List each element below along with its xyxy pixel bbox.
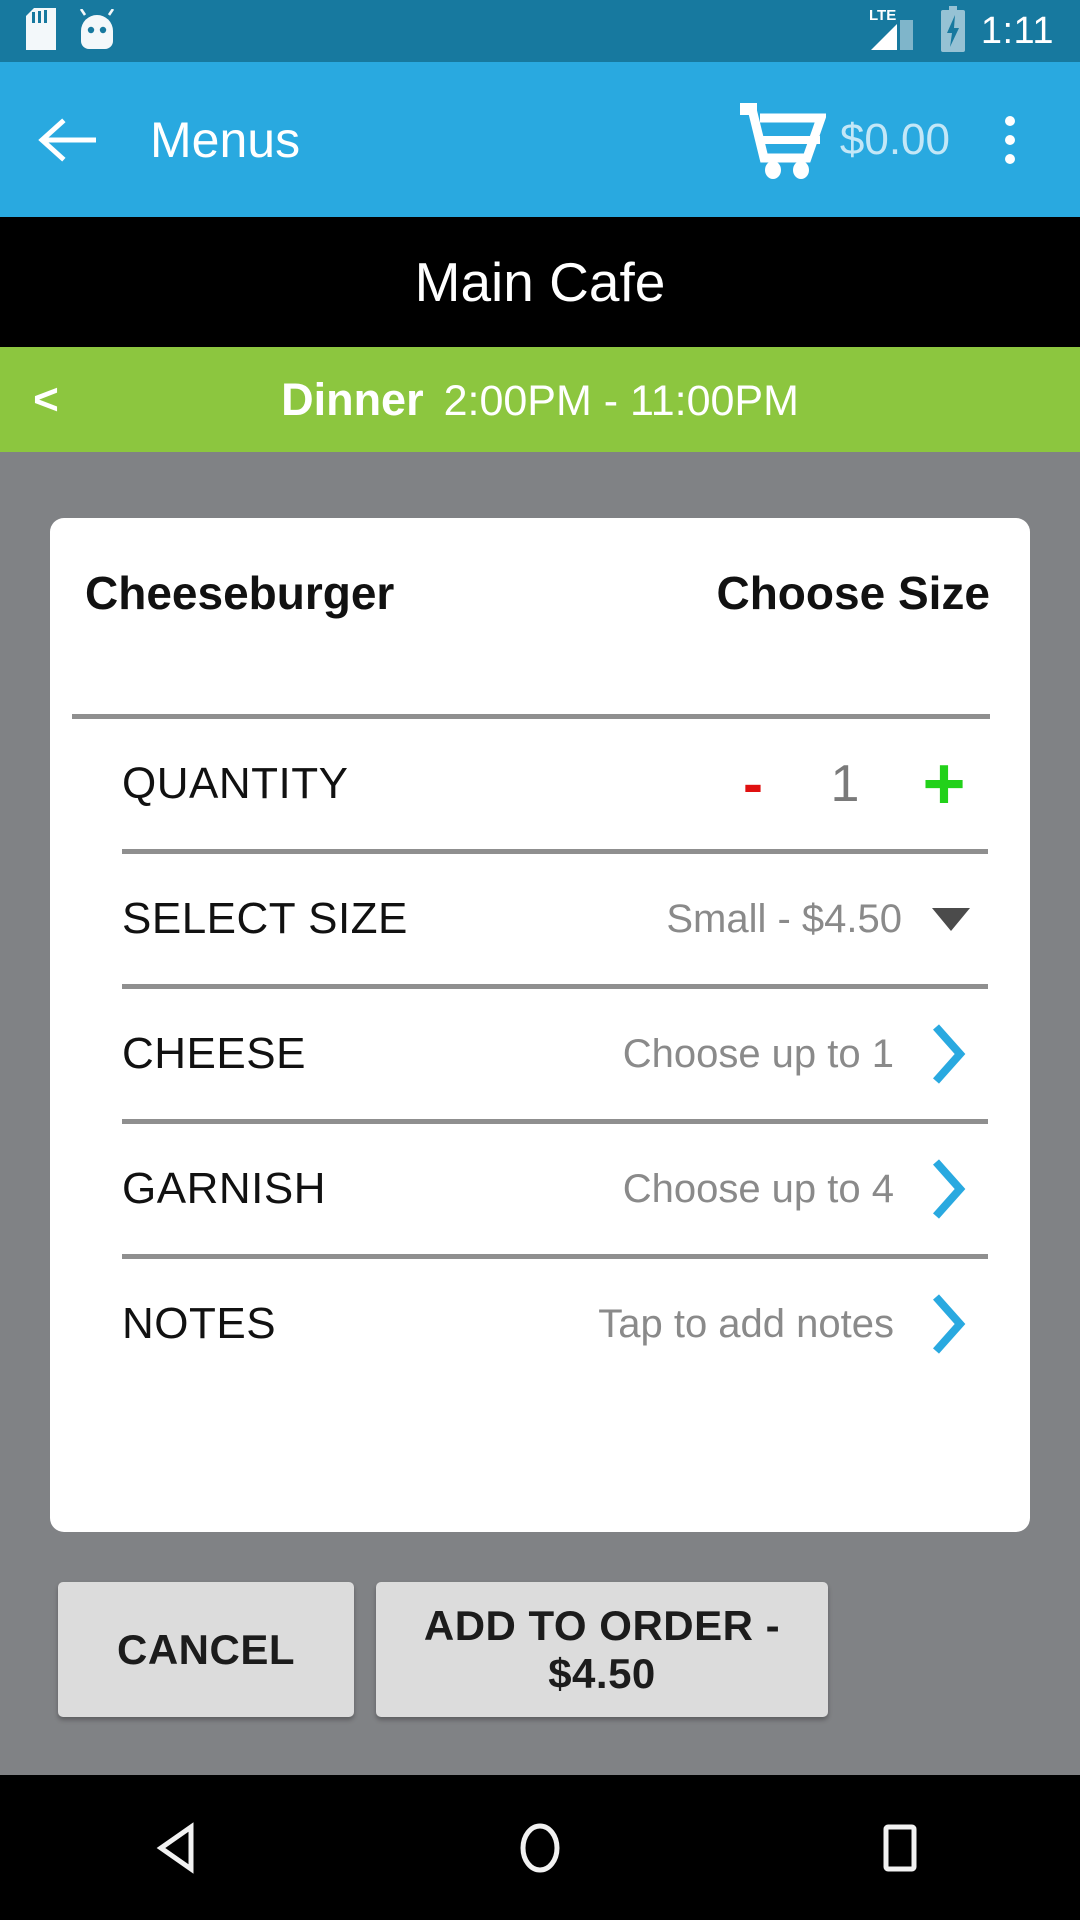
svg-text:LTE: LTE bbox=[869, 7, 896, 24]
android-navigation-bar bbox=[0, 1775, 1080, 1920]
back-button[interactable] bbox=[34, 105, 104, 175]
lte-signal-icon: LTE bbox=[869, 6, 925, 57]
status-bar-left-icons bbox=[26, 7, 116, 55]
arrow-left-icon bbox=[38, 117, 96, 162]
meal-period-label-group: Dinner 2:00PM - 11:00PM bbox=[0, 377, 1080, 423]
quantity-label: QUANTITY bbox=[122, 759, 349, 808]
status-bar: LTE 1:11 bbox=[0, 0, 1080, 62]
venue-bar: Main Cafe bbox=[0, 217, 1080, 347]
cheese-control[interactable]: Choose up to 1 bbox=[623, 1023, 988, 1085]
overflow-menu-button[interactable] bbox=[974, 98, 1046, 182]
cheese-value: Choose up to 1 bbox=[622, 1032, 894, 1076]
nav-home-button[interactable] bbox=[465, 1775, 615, 1920]
overflow-dot-2 bbox=[1005, 134, 1015, 145]
notes-value: Tap to add notes bbox=[598, 1302, 894, 1346]
nav-recents-button[interactable] bbox=[825, 1775, 975, 1920]
item-name: Cheeseburger bbox=[85, 567, 395, 619]
battery-charging-icon bbox=[939, 5, 967, 57]
item-options-dialog: Cheeseburger Choose Size QUANTITY - 1 + … bbox=[50, 518, 1030, 1532]
recents-square-icon bbox=[883, 1824, 917, 1871]
chevron-right-icon[interactable] bbox=[910, 1023, 988, 1085]
select-size-control[interactable]: Small - $4.50 bbox=[666, 899, 988, 939]
notes-control[interactable]: Tap to add notes bbox=[598, 1293, 988, 1355]
chevron-left-icon: < bbox=[33, 374, 59, 424]
quantity-row: QUANTITY - 1 + bbox=[50, 719, 1030, 849]
cart-total-label: $0.00 bbox=[839, 114, 950, 164]
quantity-increment-button[interactable]: + bbox=[900, 747, 988, 821]
overflow-dot-3 bbox=[1005, 153, 1015, 164]
phone-screen: LTE 1:11 Menus $0.00 Main Cafe < Dinner … bbox=[0, 0, 1080, 1920]
cheese-label: CHEESE bbox=[122, 1029, 306, 1078]
quantity-value: 1 bbox=[830, 755, 860, 813]
add-to-order-button[interactable]: ADD TO ORDER - $4.50 bbox=[376, 1582, 828, 1717]
dialog-header: Cheeseburger Choose Size bbox=[50, 518, 1030, 668]
overflow-dot-1 bbox=[1005, 115, 1015, 126]
meal-period-hours: 2:00PM - 11:00PM bbox=[443, 376, 799, 425]
chevron-right-icon[interactable] bbox=[910, 1293, 988, 1355]
select-size-row[interactable]: SELECT SIZE Small - $4.50 bbox=[50, 854, 1030, 984]
garnish-value: Choose up to 4 bbox=[622, 1167, 894, 1211]
notes-label: NOTES bbox=[122, 1299, 277, 1348]
chevron-down-icon[interactable] bbox=[914, 907, 988, 931]
nav-back-button[interactable] bbox=[105, 1775, 255, 1920]
back-triangle-icon bbox=[156, 1821, 194, 1874]
select-size-label: SELECT SIZE bbox=[122, 894, 408, 943]
notes-row[interactable]: NOTES Tap to add notes bbox=[50, 1259, 1030, 1389]
status-bar-clock: 1:11 bbox=[980, 10, 1054, 52]
venue-name: Main Cafe bbox=[414, 250, 666, 313]
dialog-actions: CANCEL ADD TO ORDER - $4.50 bbox=[58, 1582, 1028, 1717]
quantity-stepper: - 1 + bbox=[716, 747, 988, 821]
sd-card-icon bbox=[26, 7, 56, 55]
meal-period-bar: < Dinner 2:00PM - 11:00PM bbox=[0, 347, 1080, 452]
app-bar: Menus $0.00 bbox=[0, 62, 1080, 217]
android-head-icon bbox=[78, 7, 116, 54]
garnish-label: GARNISH bbox=[122, 1164, 326, 1213]
meal-prev-button[interactable]: < bbox=[10, 375, 82, 425]
status-bar-right-icons: LTE 1:11 bbox=[869, 5, 1054, 57]
select-size-value: Small - $4.50 bbox=[666, 897, 902, 941]
home-circle-icon bbox=[520, 1823, 560, 1872]
cheese-row[interactable]: CHEESE Choose up to 1 bbox=[50, 989, 1030, 1119]
garnish-control[interactable]: Choose up to 4 bbox=[623, 1158, 988, 1220]
shopping-cart-icon bbox=[739, 102, 826, 179]
app-bar-actions: $0.00 bbox=[736, 98, 1046, 182]
meal-period-name: Dinner bbox=[281, 373, 424, 425]
quantity-decrement-button[interactable]: - bbox=[716, 754, 790, 814]
app-bar-title: Menus bbox=[150, 111, 301, 168]
garnish-row[interactable]: GARNISH Choose up to 4 bbox=[50, 1124, 1030, 1254]
shopping-cart-button[interactable] bbox=[736, 98, 828, 182]
choose-size-prompt: Choose Size bbox=[716, 567, 990, 619]
cancel-button[interactable]: CANCEL bbox=[58, 1582, 354, 1717]
chevron-right-icon[interactable] bbox=[910, 1158, 988, 1220]
